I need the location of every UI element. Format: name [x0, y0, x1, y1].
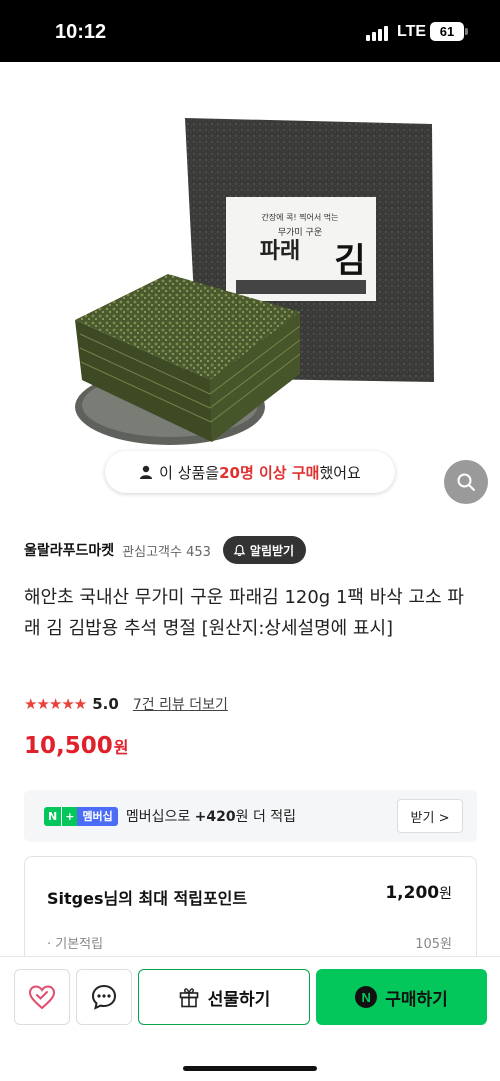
- package-title-kim: 김: [334, 241, 365, 281]
- heart-icon: [28, 985, 56, 1010]
- membership-text-suffix: 원 더 적립: [235, 809, 297, 825]
- star-rating-icon: ★★★★★: [24, 695, 87, 713]
- package-subtitle: 무가미 구운: [278, 227, 322, 238]
- bottom-action-bar: 선물하기 N 구매하기: [0, 956, 500, 1081]
- buy-label: 구매하기: [385, 989, 448, 1010]
- alarm-subscribe-button[interactable]: 알림받기: [222, 536, 307, 564]
- seller-row: 울랄라푸드마켓 관심고객수 453 알림받기: [24, 536, 484, 564]
- membership-text: 멤버십으로 +420원 더 적립: [126, 806, 296, 826]
- base-points-label-text: 기본적립: [55, 937, 104, 952]
- package-tagline: 간장에 콕! 찍어서 먹는: [261, 212, 338, 222]
- rating-row: ★★★★★ 5.0 7건 리뷰 더보기: [24, 692, 228, 716]
- membership-banner: N + 멤버십 멤버십으로 +420원 더 적립 받기 >: [24, 790, 477, 842]
- chat-bubble-icon: [91, 984, 117, 1010]
- alarm-label: 알림받기: [249, 543, 295, 558]
- cellular-signal-icon: [366, 26, 388, 41]
- seaweed-product-photo: 간장에 콕! 찍어서 먹는 무가미 구운 파래 김: [75, 118, 434, 445]
- membership-points: +420: [194, 809, 236, 825]
- naver-membership-badge: N + 멤버십: [44, 806, 118, 826]
- gift-icon: [179, 988, 199, 1008]
- battery-icon: 61: [430, 22, 464, 41]
- product-title: 해안초 국내산 무가미 구운 파래김 120g 1팩 바삭 고소 파래 김 김밥…: [24, 587, 464, 639]
- base-points-value: 105원: [415, 937, 452, 952]
- wishlist-button[interactable]: [14, 969, 70, 1025]
- package-title: 파래: [260, 239, 300, 264]
- points-unit: 원: [439, 886, 452, 902]
- badge-label: 멤버십: [77, 806, 118, 826]
- purchase-count-notice: 이 상품을 20명 이상 구매 했어요: [105, 451, 395, 493]
- points-amount: 1,200: [385, 883, 440, 903]
- price-row: 10,500 원: [24, 733, 129, 759]
- naver-pay-icon: N: [355, 986, 378, 1008]
- network-type: LTE: [397, 23, 427, 40]
- seller-name[interactable]: 울랄라푸드마켓: [24, 540, 114, 560]
- battery-tip: [465, 28, 468, 35]
- gift-button[interactable]: 선물하기: [138, 969, 310, 1025]
- home-indicator[interactable]: [183, 1066, 317, 1071]
- price-currency: 원: [113, 738, 129, 757]
- review-more-link[interactable]: 7건 리뷰 더보기: [133, 694, 228, 714]
- image-zoom-button[interactable]: [444, 460, 488, 504]
- badge-plus: +: [61, 806, 78, 826]
- purchase-notice-suffix: 했어요: [319, 463, 361, 482]
- seller-fans-count: 관심고객수 453: [122, 544, 211, 560]
- status-time: 10:12: [55, 21, 107, 43]
- purchase-notice-prefix: 이 상품을: [159, 463, 220, 482]
- base-points-label: · 기본적립: [47, 937, 104, 952]
- badge-n: N: [44, 806, 62, 826]
- product-price: 10,500: [24, 733, 113, 759]
- search-icon: [457, 473, 475, 491]
- chat-button[interactable]: [76, 969, 132, 1025]
- gift-label: 선물하기: [207, 989, 271, 1010]
- product-image[interactable]: 간장에 콕! 찍어서 먹는 무가미 구운 파래 김: [0, 62, 500, 510]
- person-icon: [140, 465, 153, 479]
- status-bar: 10:12 LTE 61: [0, 0, 500, 62]
- rating-score: 5.0: [92, 695, 119, 713]
- bell-plus-icon: [233, 544, 246, 556]
- membership-text-prefix: 멤버십으로: [125, 809, 195, 825]
- buy-button[interactable]: N 구매하기: [316, 969, 487, 1025]
- points-title: Sitges님의 최대 적립포인트: [47, 889, 248, 908]
- points-value: 1,200원: [385, 883, 452, 903]
- receive-button[interactable]: 받기 >: [397, 799, 463, 833]
- purchase-notice-highlight: 20명 이상 구매: [219, 463, 320, 482]
